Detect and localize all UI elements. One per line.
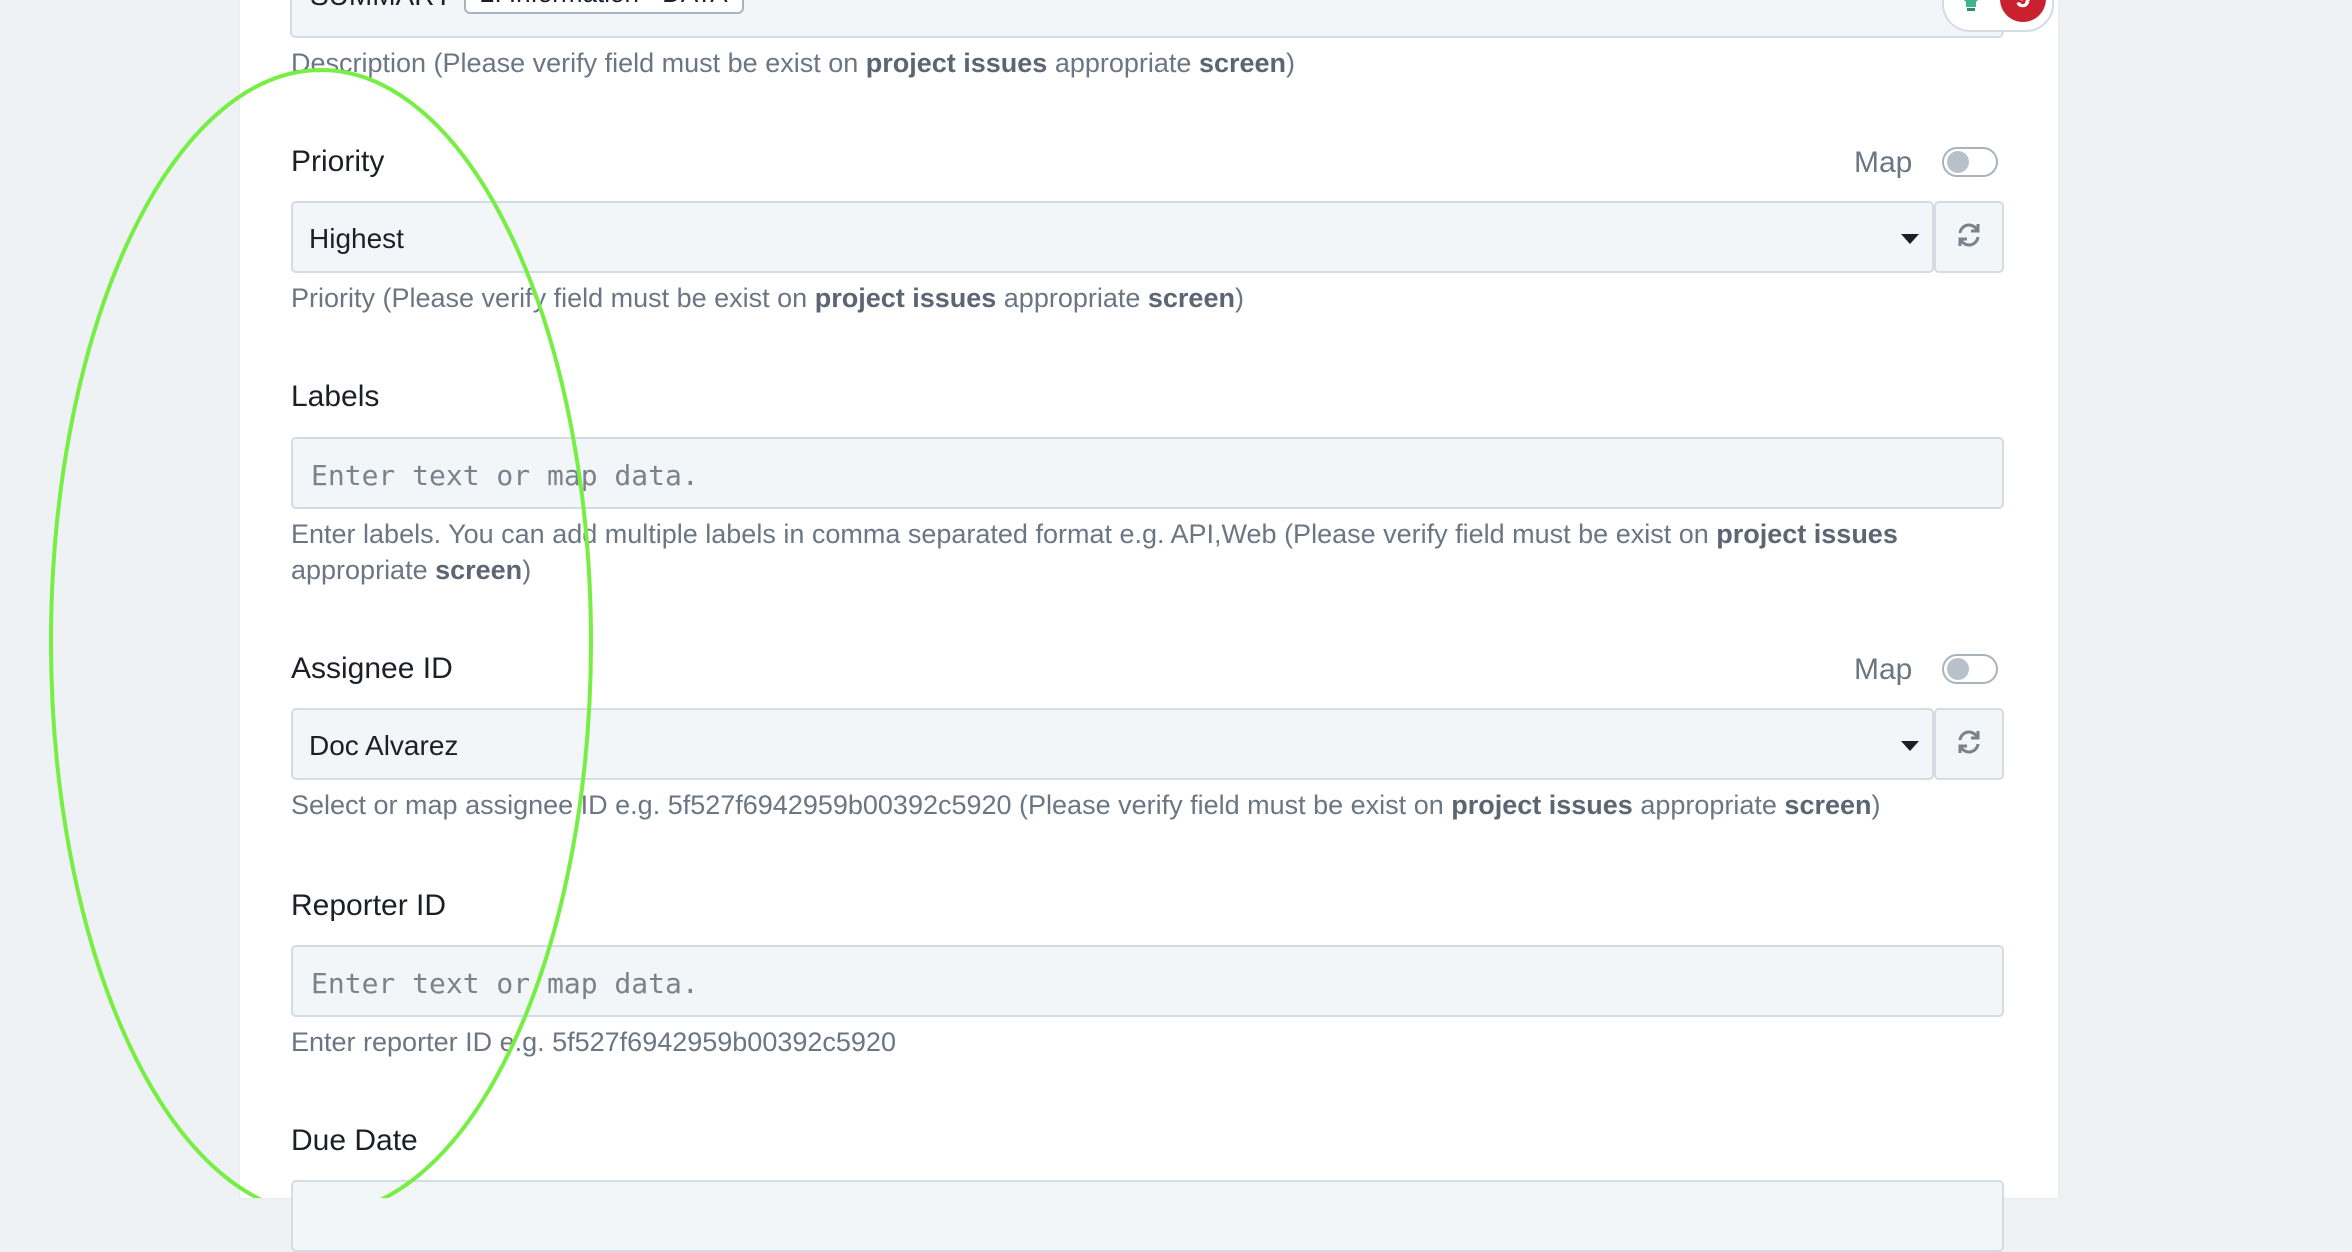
annotation-ellipse	[49, 68, 593, 1198]
